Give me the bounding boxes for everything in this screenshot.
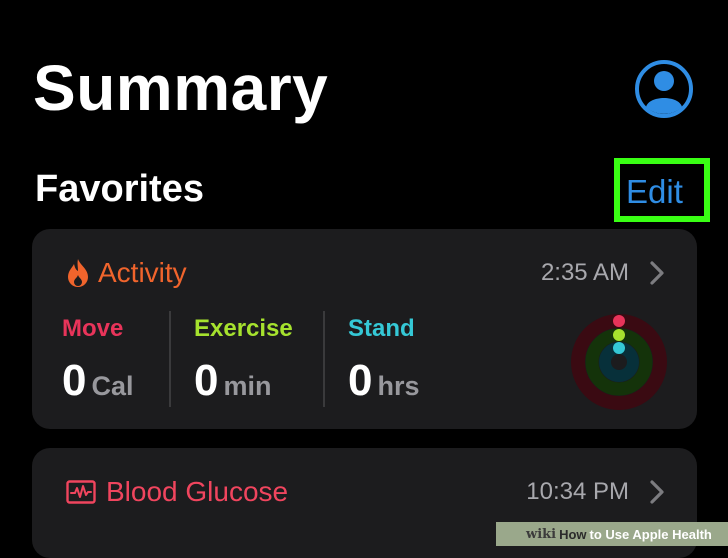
flame-icon	[68, 259, 88, 287]
move-value: 0	[62, 356, 87, 405]
wikihow-watermark: wiki How to Use Apple Health	[496, 522, 728, 546]
divider	[323, 311, 325, 407]
exercise-unit: min	[223, 371, 272, 401]
edit-button[interactable]: Edit	[626, 175, 683, 208]
activity-time: 2:35 AM	[540, 259, 629, 286]
exercise-value: 0	[194, 356, 219, 405]
move-label: Move	[62, 315, 124, 342]
activity-card[interactable]: Activity 2:35 AM Move 0 Cal Exercise 0 min…	[32, 229, 697, 429]
stand-metric: Stand 0 hrs	[348, 317, 420, 403]
divider	[169, 311, 171, 407]
activity-rings-icon	[571, 314, 667, 410]
watermark-text: to Use Apple Health	[589, 526, 712, 542]
stand-value: 0	[348, 356, 373, 405]
page-title: Summary	[33, 52, 329, 124]
move-unit: Cal	[91, 371, 134, 401]
chevron-right-icon[interactable]	[649, 260, 665, 286]
exercise-metric: Exercise 0 min	[194, 317, 293, 403]
favorites-title: Favorites	[35, 168, 204, 210]
stand-label: Stand	[348, 315, 415, 342]
blood-glucose-time: 10:34 PM	[526, 478, 629, 505]
stand-unit: hrs	[377, 371, 420, 401]
move-metric: Move 0 Cal	[62, 317, 134, 403]
chevron-right-icon[interactable]	[649, 479, 665, 505]
person-circle-icon	[635, 60, 693, 118]
profile-avatar-button[interactable]	[634, 59, 694, 119]
blood-glucose-title: Blood Glucose	[106, 476, 289, 507]
activity-title: Activity	[98, 257, 187, 288]
exercise-label: Exercise	[194, 315, 293, 342]
watermark-how: How	[559, 526, 587, 542]
waveform-chart-icon	[66, 480, 96, 504]
watermark-brand: wiki	[526, 526, 557, 542]
